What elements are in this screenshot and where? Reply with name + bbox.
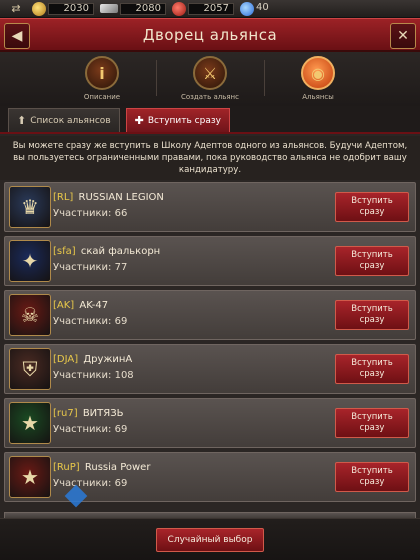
tab-join-now-label: Вступить сразу bbox=[147, 115, 221, 126]
silver-value: 2080 bbox=[120, 2, 166, 15]
alliance-tag: [AK] bbox=[53, 300, 75, 311]
nav-description-label: Описание bbox=[83, 93, 121, 101]
list-item[interactable]: ⛨ [DJA] ДружинА Участники: 108 Вступить сраз… bbox=[4, 344, 416, 394]
swap-icon[interactable]: ⇄ bbox=[0, 0, 32, 18]
up-arrow-icon: ⬆ bbox=[17, 114, 27, 127]
alliance-title: [RuP] Russia Power bbox=[53, 462, 150, 473]
gems-resource: 40 bbox=[240, 1, 284, 16]
helmet-icon: ⛨ bbox=[9, 348, 51, 390]
skull-icon: ☠ bbox=[9, 294, 51, 336]
alliance-tag: [DJA] bbox=[53, 354, 79, 365]
gems-value: 40 bbox=[256, 1, 269, 13]
tab-bar: ⬆ Список альянсов ✚ Вступить сразу bbox=[0, 106, 420, 134]
nav-alliances-label: Альянсы bbox=[302, 93, 334, 101]
gold-coin-icon bbox=[32, 1, 46, 16]
eagle-icon: ♛ bbox=[9, 186, 51, 228]
gem-icon bbox=[240, 1, 254, 16]
info-text: Вы можете сразу же вступить в Школу Адеп… bbox=[0, 136, 420, 180]
nav-alliances[interactable]: ◉ Альянсы bbox=[278, 52, 358, 106]
alliance-members: Участники: 69 bbox=[53, 478, 128, 489]
bird-icon: ✦ bbox=[9, 240, 51, 282]
nav-create-label: Создать альянс bbox=[181, 93, 239, 101]
alliance-members: Участники: 69 bbox=[53, 424, 128, 435]
join-now-button[interactable]: Вступить сразу bbox=[335, 462, 409, 492]
alliance-title: [sfa] скай фалькорн bbox=[53, 246, 160, 257]
alliance-name: скай фалькорн bbox=[80, 246, 161, 257]
alliance-members: Участники: 69 bbox=[53, 316, 128, 327]
title-bar: ◀ Дворец альянса ✕ bbox=[0, 18, 420, 52]
join-now-button[interactable]: Вступить сразу bbox=[335, 354, 409, 384]
food-resource: 2057 bbox=[172, 1, 234, 16]
random-choice-button[interactable]: Случайный выбор bbox=[156, 527, 264, 552]
back-button[interactable]: ◀ bbox=[4, 23, 30, 49]
alliance-title: [ru7] ВИТЯЗЬ bbox=[53, 408, 123, 419]
alliance-tag: [RuP] bbox=[53, 462, 80, 473]
list-item[interactable]: ★ [ru7] ВИТЯЗЬ Участники: 69 Вступить сразу bbox=[4, 398, 416, 448]
silver-resource: 2080 bbox=[100, 2, 166, 16]
alliance-name: ВИТЯЗЬ bbox=[82, 408, 124, 419]
tab-alliance-list-label: Список альянсов bbox=[30, 115, 111, 126]
gold-resource: 2030 bbox=[32, 1, 94, 16]
list-item[interactable]: ✦ [sfa] скай фалькорн Участники: 77 Вступит… bbox=[4, 236, 416, 286]
footer: Случайный выбор bbox=[0, 518, 420, 560]
alliance-title: [RL] RUSSIAN LEGION bbox=[53, 192, 164, 203]
close-icon: ✕ bbox=[397, 28, 409, 44]
alliance-list[interactable]: ♛ [RL] RUSSIAN LEGION Участники: 66 Вступит… bbox=[4, 182, 416, 516]
close-button[interactable]: ✕ bbox=[390, 23, 416, 49]
crossed-swords-icon: ⚔ bbox=[193, 56, 227, 90]
food-value: 2057 bbox=[188, 2, 234, 15]
alliance-members: Участники: 66 bbox=[53, 208, 128, 219]
meat-icon bbox=[172, 1, 186, 16]
alliance-members: Участники: 77 bbox=[53, 262, 128, 273]
alliance-title: [AK] AK-47 bbox=[53, 300, 108, 311]
section-nav: i Описание ⚔ Создать альянс ◉ Альянсы bbox=[0, 52, 420, 106]
alliance-tag: [RL] bbox=[53, 192, 74, 203]
tab-join-now[interactable]: ✚ Вступить сразу bbox=[125, 108, 230, 132]
join-now-button[interactable]: Вступить сразу bbox=[335, 192, 409, 222]
globe-icon: ◉ bbox=[301, 56, 335, 90]
nav-divider bbox=[264, 60, 265, 96]
alliance-name: ДружинА bbox=[83, 354, 133, 365]
page-title: Дворец альянса bbox=[142, 25, 278, 44]
alliance-name: AK-47 bbox=[79, 300, 109, 311]
alliance-tag: [ru7] bbox=[53, 408, 78, 419]
join-now-button[interactable]: Вступить сразу bbox=[335, 300, 409, 330]
list-item[interactable]: ☠ [AK] AK-47 Участники: 69 Вступить сразу bbox=[4, 290, 416, 340]
tab-alliance-list[interactable]: ⬆ Список альянсов bbox=[8, 108, 120, 132]
nav-description[interactable]: i Описание bbox=[62, 52, 157, 106]
nav-create-alliance[interactable]: ⚔ Создать альянс bbox=[170, 52, 265, 106]
alliance-name: RUSSIAN LEGION bbox=[78, 192, 164, 203]
join-now-button[interactable]: Вступить сразу bbox=[335, 246, 409, 276]
alliance-title: [DJA] ДружинА bbox=[53, 354, 132, 365]
nav-divider bbox=[156, 60, 157, 96]
gold-value: 2030 bbox=[48, 2, 94, 15]
star-icon: ★ bbox=[9, 456, 51, 498]
join-now-button[interactable]: Вступить сразу bbox=[335, 408, 409, 438]
alliance-members: Участники: 108 bbox=[53, 370, 134, 381]
alliance-tag: [sfa] bbox=[53, 246, 76, 257]
list-item[interactable]: ♛ [RL] RUSSIAN LEGION Участники: 66 Вступит… bbox=[4, 182, 416, 232]
resource-bar: ⇄ 2030 2080 2057 40 bbox=[0, 0, 420, 18]
alliance-name: Russia Power bbox=[84, 462, 151, 473]
back-arrow-icon: ◀ bbox=[11, 28, 23, 44]
silver-ingot-icon bbox=[100, 4, 118, 13]
info-icon: i bbox=[85, 56, 119, 90]
plus-icon: ✚ bbox=[134, 114, 144, 127]
star-icon: ★ bbox=[9, 402, 51, 444]
